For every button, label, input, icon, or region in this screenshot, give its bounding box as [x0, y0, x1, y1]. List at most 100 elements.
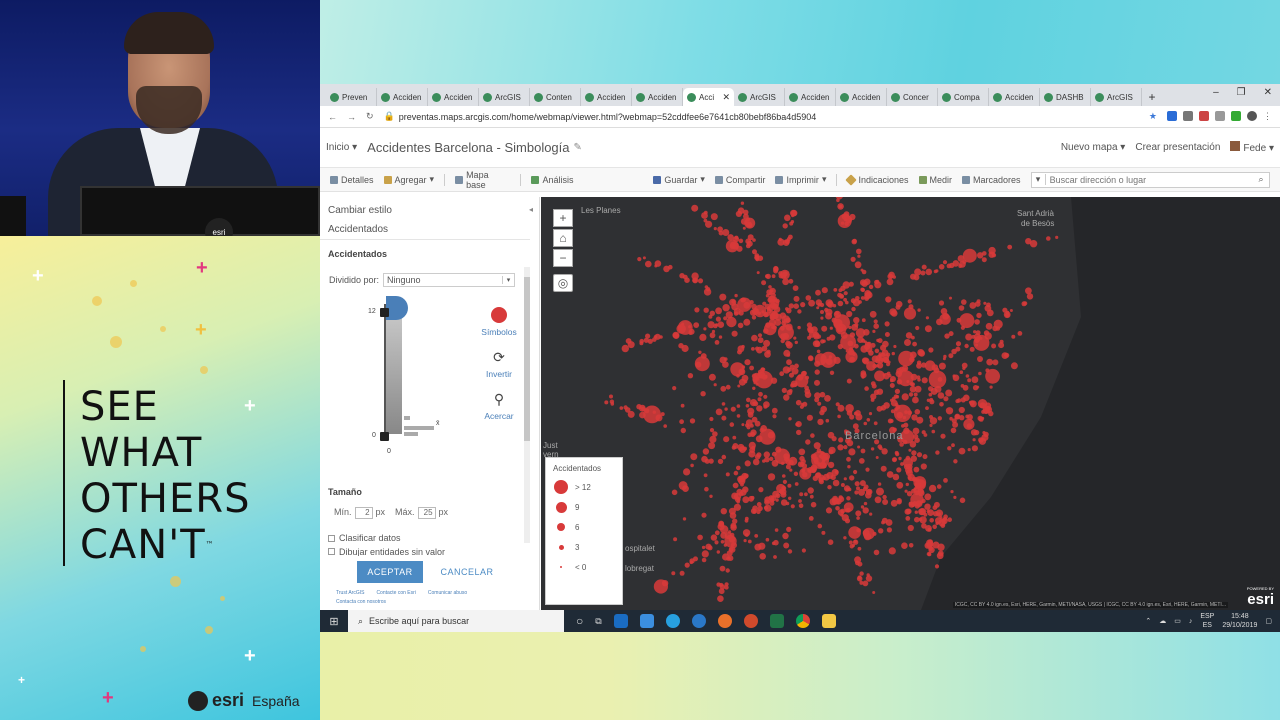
accident-point[interactable] — [790, 504, 795, 509]
accident-point[interactable] — [853, 343, 859, 349]
accident-point[interactable] — [817, 418, 824, 426]
accident-point[interactable] — [801, 459, 806, 464]
accident-point[interactable] — [679, 419, 684, 425]
maximize-icon[interactable]: ❐ — [1237, 87, 1246, 98]
accident-point[interactable] — [718, 520, 725, 527]
accident-point[interactable] — [913, 466, 920, 473]
browser-tab[interactable]: ArcGIS — [734, 88, 785, 106]
accident-point[interactable] — [922, 454, 928, 460]
accident-point[interactable] — [725, 472, 730, 477]
accident-point[interactable] — [978, 437, 984, 443]
accident-point[interactable] — [816, 306, 820, 310]
accident-point[interactable] — [820, 405, 827, 413]
accident-point[interactable] — [717, 226, 723, 233]
accident-point[interactable] — [986, 358, 994, 366]
accident-point[interactable] — [967, 378, 972, 383]
accident-point[interactable] — [748, 450, 756, 458]
accident-point[interactable] — [829, 370, 835, 375]
accident-point[interactable] — [756, 452, 762, 458]
accident-point[interactable] — [895, 404, 901, 410]
accident-point[interactable] — [972, 438, 976, 442]
accident-point[interactable] — [869, 310, 877, 318]
accident-point[interactable] — [729, 422, 735, 427]
accident-point[interactable] — [787, 549, 793, 554]
accident-point[interactable] — [854, 481, 860, 487]
accident-point[interactable] — [953, 495, 957, 499]
accident-point[interactable] — [927, 509, 934, 516]
accident-point[interactable] — [992, 359, 999, 366]
accident-point[interactable] — [886, 471, 894, 478]
accident-point[interactable] — [944, 333, 950, 339]
accident-point[interactable] — [751, 315, 757, 320]
accident-point[interactable] — [876, 487, 884, 496]
accident-point[interactable] — [757, 371, 766, 379]
accident-point[interactable] — [921, 523, 927, 529]
accident-point[interactable] — [946, 263, 952, 269]
accident-point[interactable] — [903, 422, 909, 428]
accident-point[interactable] — [903, 307, 917, 320]
accident-point[interactable] — [904, 508, 911, 515]
accident-point[interactable] — [789, 468, 793, 472]
accident-point[interactable] — [715, 408, 723, 416]
accident-point[interactable] — [800, 302, 806, 308]
accident-point[interactable] — [859, 571, 864, 576]
accident-point[interactable] — [736, 414, 741, 418]
accident-point[interactable] — [847, 465, 851, 469]
accident-point[interactable] — [846, 496, 851, 501]
accident-point[interactable] — [682, 274, 688, 280]
accident-point[interactable] — [775, 493, 781, 499]
accident-point[interactable] — [801, 463, 808, 469]
accident-point[interactable] — [710, 534, 718, 541]
accident-point[interactable] — [859, 279, 867, 286]
accident-point[interactable] — [920, 270, 926, 276]
accident-point[interactable] — [908, 392, 914, 397]
accident-point[interactable] — [817, 462, 822, 467]
accident-point[interactable] — [756, 502, 762, 507]
max-handle[interactable] — [380, 308, 389, 317]
accident-point[interactable] — [779, 312, 787, 319]
accident-point[interactable] — [846, 456, 851, 462]
accident-point[interactable] — [962, 259, 967, 264]
accident-point[interactable] — [870, 381, 876, 386]
accident-point[interactable] — [855, 296, 860, 301]
accident-point[interactable] — [808, 516, 814, 521]
accident-point[interactable] — [743, 473, 749, 479]
accident-point[interactable] — [840, 221, 845, 225]
accident-point[interactable] — [920, 463, 927, 470]
accident-point[interactable] — [829, 334, 836, 341]
accident-point[interactable] — [742, 226, 746, 230]
accident-point[interactable] — [775, 298, 780, 304]
footer-link[interactable]: Trust ArcGIS — [336, 590, 364, 596]
accident-point[interactable] — [952, 421, 959, 428]
footer-link[interactable]: Contacta con nosotros — [336, 599, 386, 605]
accident-point[interactable] — [902, 415, 907, 420]
print-button[interactable]: Imprimir ▾ — [775, 174, 826, 185]
accident-point[interactable] — [909, 351, 917, 359]
accident-point[interactable] — [781, 485, 787, 491]
accident-point[interactable] — [671, 489, 678, 496]
accident-point[interactable] — [724, 585, 729, 590]
search-input[interactable] — [1045, 172, 1254, 187]
accident-point[interactable] — [773, 266, 779, 272]
accident-point[interactable] — [720, 385, 727, 392]
accident-point[interactable] — [798, 448, 806, 456]
accident-point[interactable] — [901, 542, 908, 549]
accident-point[interactable] — [714, 530, 720, 536]
accident-point[interactable] — [881, 520, 885, 525]
accident-point[interactable] — [986, 302, 991, 308]
accident-point[interactable] — [883, 357, 890, 363]
accident-point[interactable] — [873, 319, 878, 324]
accident-point[interactable] — [950, 490, 954, 494]
accident-point[interactable] — [784, 214, 791, 222]
accident-point[interactable] — [959, 415, 965, 421]
accident-point[interactable] — [722, 229, 730, 236]
accident-point[interactable] — [856, 516, 860, 520]
accident-point[interactable] — [754, 543, 762, 551]
accident-point[interactable] — [820, 310, 824, 314]
accident-point[interactable] — [905, 516, 911, 521]
accident-point[interactable] — [892, 473, 900, 481]
accident-point[interactable] — [836, 198, 840, 203]
accident-point[interactable] — [860, 296, 865, 300]
accident-point[interactable] — [755, 376, 760, 381]
accident-point[interactable] — [916, 360, 922, 365]
